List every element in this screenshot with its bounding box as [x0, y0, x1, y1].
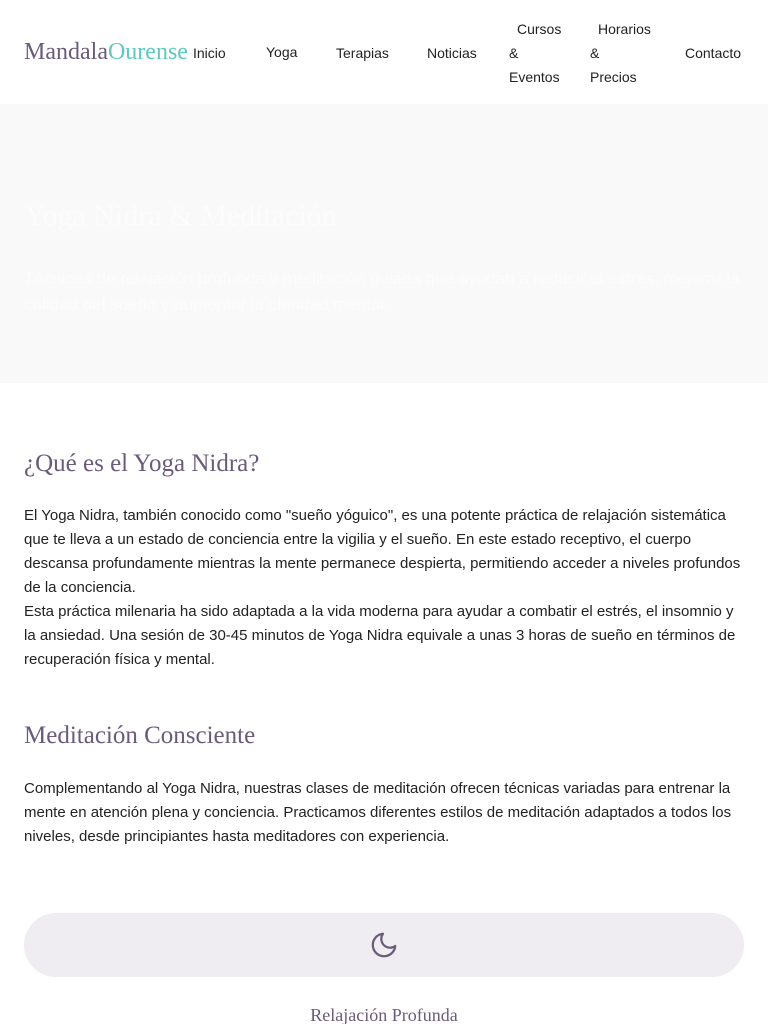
nav-horarios-line1: Horarios: [598, 21, 651, 37]
feature-icon-box: [24, 913, 744, 977]
nav-link-terapias[interactable]: Terapias: [336, 41, 389, 65]
paragraph-yoga-nidra-2: Esta práctica milenaria ha sido adaptada…: [24, 603, 736, 668]
nav-horarios-line3: Precios: [590, 69, 637, 85]
nav-link-contacto[interactable]: Contacto: [685, 41, 741, 65]
section-title-meditacion: Meditación Consciente: [24, 722, 256, 749]
paragraph-yoga-nidra-1: El Yoga Nidra, también conocido como "su…: [24, 507, 741, 596]
nav-cursos-line1: Cursos: [517, 21, 562, 37]
nav-horarios-line2: &: [590, 45, 600, 61]
nav-link-horarios-precios[interactable]: Horarios & Precios: [590, 17, 651, 89]
site-logo[interactable]: MandalaOurense: [24, 36, 188, 68]
logo-text-ourense: Ourense: [107, 39, 188, 65]
logo-text-mandala: Mandala: [24, 39, 108, 65]
feature-title: Relajación Profunda: [310, 1005, 458, 1024]
nav-cursos-line2: &: [509, 45, 519, 61]
hero-banner: Yoga Nidra & Meditación Técnicas de rela…: [0, 104, 768, 383]
hero-title: Yoga Nidra & Meditación: [24, 199, 337, 232]
site-header: MandalaOurense Inicio Yoga Terapias Noti…: [0, 0, 768, 104]
moon-icon: [371, 932, 397, 958]
nav-link-noticias[interactable]: Noticias: [427, 41, 477, 65]
nav-link-yoga[interactable]: Yoga: [266, 40, 297, 64]
nav-link-cursos-eventos[interactable]: Cursos & Eventos: [509, 17, 561, 89]
nav-cursos-line3: Eventos: [509, 69, 560, 85]
nav-link-inicio[interactable]: Inicio: [193, 41, 226, 65]
section-title-yoga-nidra: ¿Qué es el Yoga Nidra?: [24, 450, 260, 477]
hero-subtitle: Técnicas de relajación profunda y medita…: [24, 269, 740, 314]
paragraph-meditacion: Complementando al Yoga Nidra, nuestras c…: [24, 780, 732, 845]
